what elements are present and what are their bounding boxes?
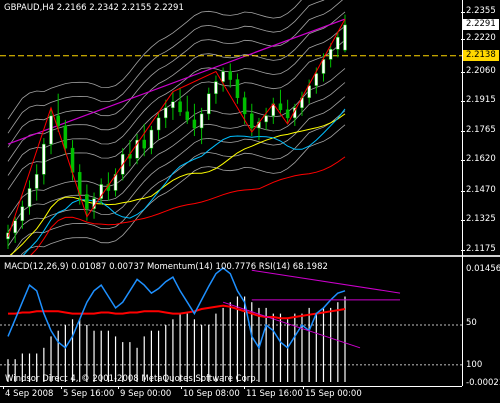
candle (228, 63, 233, 88)
time-axis-label: 4 Sep 2008 (5, 389, 54, 399)
candle (42, 138, 46, 185)
candle-body (27, 188, 32, 207)
time-axis-label: 11 Sep 16:00 (246, 389, 303, 399)
candle (171, 91, 175, 120)
candle (27, 180, 32, 215)
candle-body (34, 174, 39, 189)
candle-body (149, 129, 154, 149)
indicator-trendline (251, 269, 401, 294)
indicator-title: MACD(12,26,9) 0.01087 0.00737 Momentum(1… (4, 262, 328, 272)
candle-body (56, 115, 60, 127)
candle-body (199, 113, 204, 129)
ask-price-tag: 2.2138 (463, 50, 499, 62)
candle-body (156, 117, 161, 131)
candle-body (228, 71, 233, 80)
pane-separator[interactable] (0, 255, 500, 257)
candle (207, 87, 211, 120)
candle (113, 168, 118, 197)
price-axis-label: 2.2060 (461, 65, 496, 76)
indicator-pane[interactable]: MACD(12,26,9) 0.01087 0.00737 Momentum(1… (0, 258, 500, 386)
candle-body (221, 71, 225, 82)
candle-body (343, 24, 347, 51)
candle-body (235, 79, 240, 98)
candle-body (20, 206, 25, 222)
chart-title: GBPAUD,H4 2.2166 2.2342 2.2155 2.2291 (4, 3, 184, 13)
time-axis-label: 10 Sep 08:00 (183, 389, 240, 399)
price-axis-label: 2.1325 (461, 213, 496, 224)
time-axis-tick (181, 386, 182, 389)
time-axis-tick (244, 386, 245, 389)
candle (49, 107, 53, 155)
candle (185, 95, 190, 124)
candle-body (185, 111, 190, 121)
candle-body (63, 125, 68, 149)
candle-body (85, 194, 89, 209)
time-axis-label: 15 Sep 00:00 (305, 389, 362, 399)
candle-body (321, 59, 326, 74)
price-axis-label: 2.1915 (461, 94, 496, 105)
candle (235, 73, 240, 104)
candle-body (214, 81, 218, 94)
envelope-band (20, 124, 346, 255)
current-price-tag: 2.2291 (463, 19, 499, 31)
price-axis-label: 2.1175 (461, 244, 496, 254)
candle-body (178, 101, 182, 113)
candle (13, 216, 17, 243)
candle-body (142, 139, 146, 149)
candle (278, 89, 283, 114)
candle (192, 103, 197, 137)
price-axis-label: 2.1620 (461, 154, 496, 165)
candle (178, 87, 182, 116)
price-axis-label: 2.2355 (461, 6, 496, 16)
indicator-axis-label: 0.01456 (466, 264, 500, 274)
candle-body (42, 143, 46, 175)
price-axis-label: 2.1765 (461, 125, 496, 135)
candle (214, 75, 218, 104)
price-pane[interactable]: GBPAUD,H4 2.2166 2.2342 2.2155 2.2291 (0, 0, 500, 255)
candle-body (49, 115, 53, 145)
price-axis-label: 2.1470 (461, 184, 496, 195)
candle (149, 125, 154, 155)
time-axis-label: 5 Sep 16:00 (63, 389, 115, 399)
candle-body (314, 73, 319, 86)
mt4-chart-window: GBPAUD,H4 2.2166 2.2342 2.2155 2.2291 MA… (0, 0, 500, 403)
time-axis-label: 9 Sep 00:00 (120, 389, 172, 399)
price-axis-label: 2.2220 (461, 33, 496, 44)
indicator-axis-label: 50 (466, 318, 477, 328)
candle-body (13, 220, 17, 234)
candle-body (328, 49, 333, 60)
candle (156, 111, 161, 141)
candle (34, 164, 39, 201)
indicator-axis-label: -0.00021 (466, 378, 500, 388)
candle (285, 99, 290, 124)
candle (271, 97, 276, 124)
time-axis-tick (3, 386, 4, 389)
candle-body (250, 113, 254, 129)
indicator-chart-canvas[interactable] (0, 258, 462, 386)
candle-body (171, 101, 175, 109)
time-axis-tick (118, 386, 119, 389)
indicator-axis-label: 100 (466, 360, 483, 370)
candle-body (207, 93, 211, 115)
candle-body (264, 115, 268, 123)
price-chart-canvas[interactable] (0, 0, 462, 255)
candle-body (278, 103, 283, 111)
candle-body (336, 36, 340, 50)
time-axis-tick (61, 386, 62, 389)
copyright-text: Windsor Direct 4, © 2001-2008 MetaQuotes… (5, 374, 259, 384)
candle-body (192, 119, 197, 129)
candle-body (242, 97, 247, 115)
time-axis-tick (303, 386, 304, 389)
macd-signal-line (8, 304, 346, 320)
candle-body (285, 109, 290, 119)
candle-body (163, 107, 168, 119)
time-axis-border (0, 386, 462, 387)
